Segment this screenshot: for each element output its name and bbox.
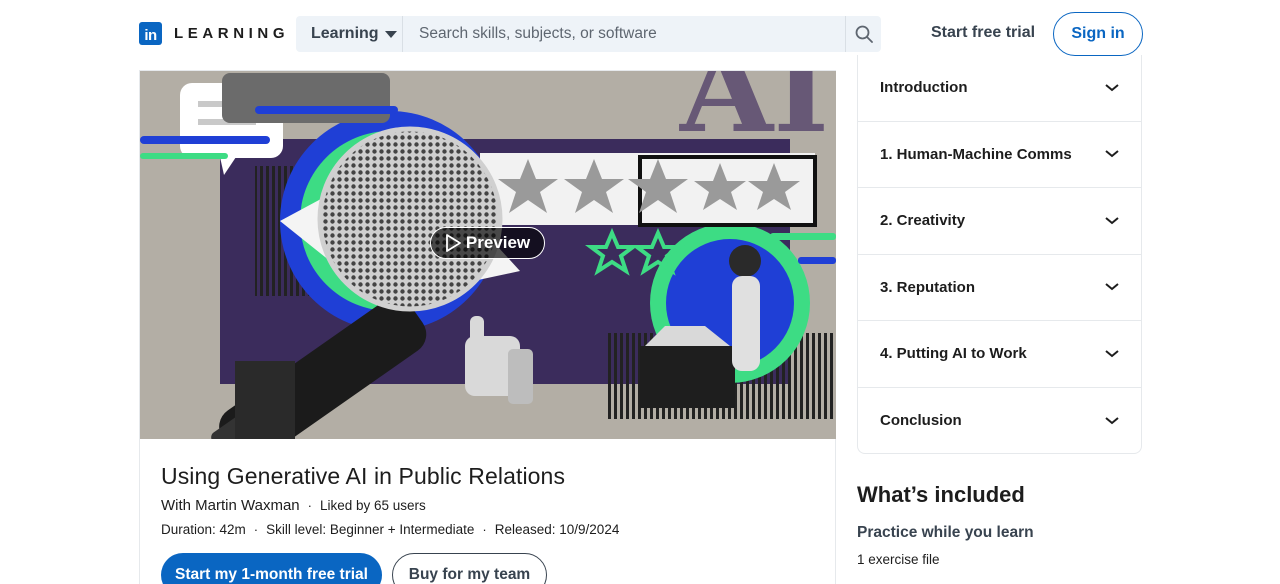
search-input[interactable] [403, 16, 845, 52]
chevron-down-icon [1105, 349, 1119, 358]
course-thumbnail[interactable]: AI Preview [140, 71, 836, 439]
course-author: With Martin Waxman [161, 497, 300, 514]
sign-in-button[interactable]: Sign in [1053, 12, 1143, 56]
search-scope-label: Learning [311, 25, 379, 42]
svg-text:AI: AI [679, 71, 829, 160]
preview-label: Preview [465, 233, 531, 252]
chevron-down-icon [1105, 283, 1119, 291]
separator-dot: · [253, 522, 259, 537]
course-skill-level: Skill level: Beginner + Intermediate [266, 522, 475, 537]
search-button[interactable] [845, 16, 881, 52]
course-title: Using Generative AI in Public Relations [161, 463, 566, 489]
linkedin-logo-icon: in [139, 22, 162, 45]
separator-dot: · [482, 522, 487, 537]
course-contents: Introduction 1. Human-Machine Comms 2. C… [857, 55, 1142, 454]
preview-button[interactable]: Preview [430, 227, 545, 259]
toc-item-label: 3. Reputation [880, 278, 976, 296]
chevron-down-icon [1105, 150, 1119, 158]
course-meta-row: Duration: 42m · Skill level: Beginner + … [161, 522, 619, 537]
toc-item-chapter-2[interactable]: 2. Creativity [858, 188, 1141, 255]
toc-item-conclusion[interactable]: Conclusion [858, 388, 1141, 455]
toc-item-chapter-1[interactable]: 1. Human-Machine Comms [858, 122, 1141, 188]
search-scope-dropdown[interactable]: Learning [296, 16, 403, 52]
start-free-trial-link[interactable]: Start free trial [931, 24, 1035, 42]
course-card: AI Preview Using Generative AI in Public… [139, 70, 836, 584]
start-trial-button[interactable]: Start my 1-month free trial [161, 553, 382, 584]
course-duration: Duration: 42m [161, 522, 246, 537]
exercise-file-count: 1 exercise file [857, 552, 940, 567]
toc-item-chapter-3[interactable]: 3. Reputation [858, 255, 1141, 321]
chevron-down-icon [1105, 83, 1119, 92]
course-likes: Liked by 65 users [319, 498, 426, 513]
search-icon [855, 25, 873, 43]
search-bar: Learning [296, 16, 881, 52]
toc-item-label: 2. Creativity [880, 212, 966, 230]
toc-item-label: 1. Human-Machine Comms [880, 145, 1072, 163]
course-author-row: With Martin Waxman · Liked by 65 users [161, 497, 426, 514]
toc-item-label: Introduction [880, 79, 968, 97]
logo-wordmark: LEARNING [174, 25, 290, 42]
linkedin-learning-logo[interactable]: in LEARNING [139, 22, 289, 45]
play-icon [445, 234, 461, 252]
toc-item-label: Conclusion [880, 412, 962, 430]
caret-down-icon [384, 30, 397, 38]
toc-item-label: 4. Putting AI to Work [880, 345, 1027, 363]
chevron-down-icon [1105, 216, 1119, 225]
separator-dot: · [307, 498, 312, 513]
buy-for-team-button[interactable]: Buy for my team [392, 553, 547, 584]
course-released: Released: 10/9/2024 [494, 522, 620, 537]
toc-item-introduction[interactable]: Introduction [858, 55, 1141, 122]
chevron-down-icon [1105, 416, 1119, 425]
whats-included-heading: What’s included [857, 482, 1025, 507]
practice-heading: Practice while you learn [857, 524, 1034, 541]
toc-item-chapter-4[interactable]: 4. Putting AI to Work [858, 321, 1141, 388]
